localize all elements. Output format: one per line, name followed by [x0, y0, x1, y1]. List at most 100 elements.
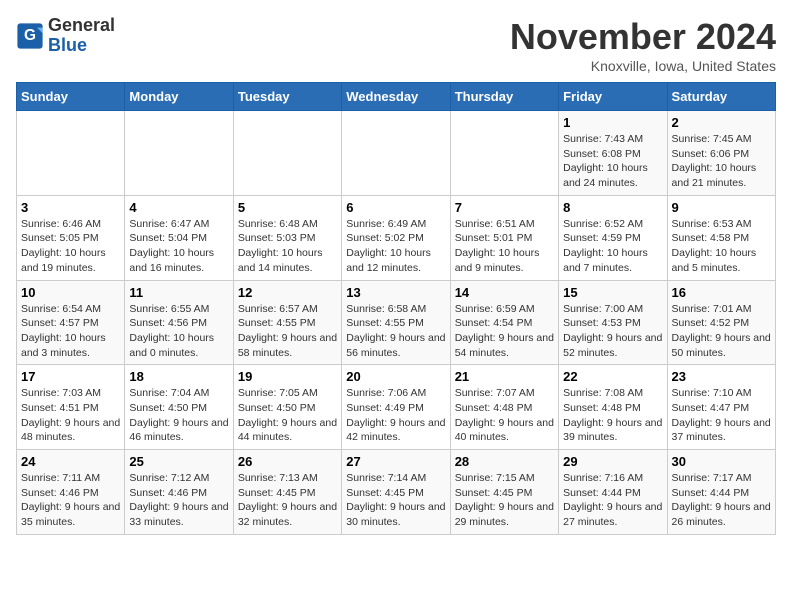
- day-info: Sunrise: 7:06 AM Sunset: 4:49 PM Dayligh…: [346, 386, 445, 445]
- day-info: Sunrise: 7:12 AM Sunset: 4:46 PM Dayligh…: [129, 471, 228, 530]
- calendar-table: SundayMondayTuesdayWednesdayThursdayFrid…: [16, 82, 776, 535]
- day-info: Sunrise: 6:57 AM Sunset: 4:55 PM Dayligh…: [238, 302, 337, 361]
- day-number: 28: [455, 454, 554, 469]
- day-info: Sunrise: 7:45 AM Sunset: 6:06 PM Dayligh…: [672, 132, 771, 191]
- day-info: Sunrise: 6:49 AM Sunset: 5:02 PM Dayligh…: [346, 217, 445, 276]
- day-number: 6: [346, 200, 445, 215]
- logo-icon: G: [16, 22, 44, 50]
- week-row-5: 24 Sunrise: 7:11 AM Sunset: 4:46 PM Dayli…: [17, 450, 776, 535]
- day-number: 9: [672, 200, 771, 215]
- day-info: Sunrise: 7:08 AM Sunset: 4:48 PM Dayligh…: [563, 386, 662, 445]
- day-number: 3: [21, 200, 120, 215]
- day-number: 12: [238, 285, 337, 300]
- day-info: Sunrise: 6:54 AM Sunset: 4:57 PM Dayligh…: [21, 302, 120, 361]
- day-header-sunday: Sunday: [17, 83, 125, 111]
- title-area: November 2024 Knoxville, Iowa, United St…: [510, 16, 776, 74]
- day-header-tuesday: Tuesday: [233, 83, 341, 111]
- day-info: Sunrise: 7:04 AM Sunset: 4:50 PM Dayligh…: [129, 386, 228, 445]
- day-cell: 7 Sunrise: 6:51 AM Sunset: 5:01 PM Daylig…: [450, 195, 558, 280]
- day-cell: 2 Sunrise: 7:45 AM Sunset: 6:06 PM Daylig…: [667, 111, 775, 196]
- day-info: Sunrise: 7:15 AM Sunset: 4:45 PM Dayligh…: [455, 471, 554, 530]
- day-cell: 9 Sunrise: 6:53 AM Sunset: 4:58 PM Daylig…: [667, 195, 775, 280]
- day-info: Sunrise: 7:03 AM Sunset: 4:51 PM Dayligh…: [21, 386, 120, 445]
- day-cell: 12 Sunrise: 6:57 AM Sunset: 4:55 PM Dayli…: [233, 280, 341, 365]
- day-number: 17: [21, 369, 120, 384]
- day-number: 1: [563, 115, 662, 130]
- day-cell: 1Sunrise: 7:43 AM Sunset: 6:08 PM Daylig…: [559, 111, 667, 196]
- day-number: 10: [21, 285, 120, 300]
- day-cell: 23 Sunrise: 7:10 AM Sunset: 4:47 PM Dayli…: [667, 365, 775, 450]
- week-row-1: 1Sunrise: 7:43 AM Sunset: 6:08 PM Daylig…: [17, 111, 776, 196]
- location: Knoxville, Iowa, United States: [510, 58, 776, 74]
- day-number: 26: [238, 454, 337, 469]
- day-cell: 30Sunrise: 7:17 AM Sunset: 4:44 PM Dayli…: [667, 450, 775, 535]
- day-number: 7: [455, 200, 554, 215]
- day-number: 5: [238, 200, 337, 215]
- day-info: Sunrise: 6:53 AM Sunset: 4:58 PM Dayligh…: [672, 217, 771, 276]
- day-info: Sunrise: 6:47 AM Sunset: 5:04 PM Dayligh…: [129, 217, 228, 276]
- day-number: 13: [346, 285, 445, 300]
- day-number: 14: [455, 285, 554, 300]
- day-cell: 13Sunrise: 6:58 AM Sunset: 4:55 PM Dayli…: [342, 280, 450, 365]
- week-row-3: 10 Sunrise: 6:54 AM Sunset: 4:57 PM Dayli…: [17, 280, 776, 365]
- day-cell: [450, 111, 558, 196]
- day-cell: 3 Sunrise: 6:46 AM Sunset: 5:05 PM Daylig…: [17, 195, 125, 280]
- day-number: 20: [346, 369, 445, 384]
- day-info: Sunrise: 7:05 AM Sunset: 4:50 PM Dayligh…: [238, 386, 337, 445]
- day-cell: [342, 111, 450, 196]
- day-number: 19: [238, 369, 337, 384]
- day-info: Sunrise: 7:11 AM Sunset: 4:46 PM Dayligh…: [21, 471, 120, 530]
- day-cell: 29 Sunrise: 7:16 AM Sunset: 4:44 PM Dayli…: [559, 450, 667, 535]
- logo-blue: Blue: [48, 35, 87, 55]
- day-info: Sunrise: 7:13 AM Sunset: 4:45 PM Dayligh…: [238, 471, 337, 530]
- day-header-saturday: Saturday: [667, 83, 775, 111]
- day-number: 23: [672, 369, 771, 384]
- day-cell: 4 Sunrise: 6:47 AM Sunset: 5:04 PM Daylig…: [125, 195, 233, 280]
- day-info: Sunrise: 7:16 AM Sunset: 4:44 PM Dayligh…: [563, 471, 662, 530]
- day-number: 2: [672, 115, 771, 130]
- day-cell: 18 Sunrise: 7:04 AM Sunset: 4:50 PM Dayli…: [125, 365, 233, 450]
- day-cell: 28 Sunrise: 7:15 AM Sunset: 4:45 PM Dayli…: [450, 450, 558, 535]
- day-number: 29: [563, 454, 662, 469]
- day-cell: 16 Sunrise: 7:01 AM Sunset: 4:52 PM Dayli…: [667, 280, 775, 365]
- day-info: Sunrise: 7:14 AM Sunset: 4:45 PM Dayligh…: [346, 471, 445, 530]
- day-header-wednesday: Wednesday: [342, 83, 450, 111]
- day-header-friday: Friday: [559, 83, 667, 111]
- day-info: Sunrise: 6:46 AM Sunset: 5:05 PM Dayligh…: [21, 217, 120, 276]
- day-cell: [125, 111, 233, 196]
- day-cell: 15Sunrise: 7:00 AM Sunset: 4:53 PM Dayli…: [559, 280, 667, 365]
- day-cell: 27 Sunrise: 7:14 AM Sunset: 4:45 PM Dayli…: [342, 450, 450, 535]
- day-cell: 25 Sunrise: 7:12 AM Sunset: 4:46 PM Dayli…: [125, 450, 233, 535]
- day-cell: [233, 111, 341, 196]
- day-number: 11: [129, 285, 228, 300]
- day-number: 4: [129, 200, 228, 215]
- day-info: Sunrise: 6:48 AM Sunset: 5:03 PM Dayligh…: [238, 217, 337, 276]
- week-row-4: 17 Sunrise: 7:03 AM Sunset: 4:51 PM Dayli…: [17, 365, 776, 450]
- week-row-2: 3 Sunrise: 6:46 AM Sunset: 5:05 PM Daylig…: [17, 195, 776, 280]
- day-info: Sunrise: 6:51 AM Sunset: 5:01 PM Dayligh…: [455, 217, 554, 276]
- logo-general: General: [48, 15, 115, 35]
- day-number: 25: [129, 454, 228, 469]
- day-info: Sunrise: 7:01 AM Sunset: 4:52 PM Dayligh…: [672, 302, 771, 361]
- day-info: Sunrise: 6:59 AM Sunset: 4:54 PM Dayligh…: [455, 302, 554, 361]
- day-info: Sunrise: 7:10 AM Sunset: 4:47 PM Dayligh…: [672, 386, 771, 445]
- day-cell: 17 Sunrise: 7:03 AM Sunset: 4:51 PM Dayli…: [17, 365, 125, 450]
- day-cell: 6 Sunrise: 6:49 AM Sunset: 5:02 PM Daylig…: [342, 195, 450, 280]
- logo-text: General Blue: [48, 16, 115, 56]
- day-cell: 5 Sunrise: 6:48 AM Sunset: 5:03 PM Daylig…: [233, 195, 341, 280]
- day-cell: 20 Sunrise: 7:06 AM Sunset: 4:49 PM Dayli…: [342, 365, 450, 450]
- day-cell: 8Sunrise: 6:52 AM Sunset: 4:59 PM Daylig…: [559, 195, 667, 280]
- day-number: 15: [563, 285, 662, 300]
- day-cell: 10 Sunrise: 6:54 AM Sunset: 4:57 PM Dayli…: [17, 280, 125, 365]
- day-cell: [17, 111, 125, 196]
- header: G General Blue November 2024 Knoxville, …: [16, 16, 776, 74]
- header-row: SundayMondayTuesdayWednesdayThursdayFrid…: [17, 83, 776, 111]
- day-number: 18: [129, 369, 228, 384]
- day-number: 27: [346, 454, 445, 469]
- day-cell: 22Sunrise: 7:08 AM Sunset: 4:48 PM Dayli…: [559, 365, 667, 450]
- day-number: 24: [21, 454, 120, 469]
- day-number: 21: [455, 369, 554, 384]
- day-number: 16: [672, 285, 771, 300]
- day-header-monday: Monday: [125, 83, 233, 111]
- day-cell: 14 Sunrise: 6:59 AM Sunset: 4:54 PM Dayli…: [450, 280, 558, 365]
